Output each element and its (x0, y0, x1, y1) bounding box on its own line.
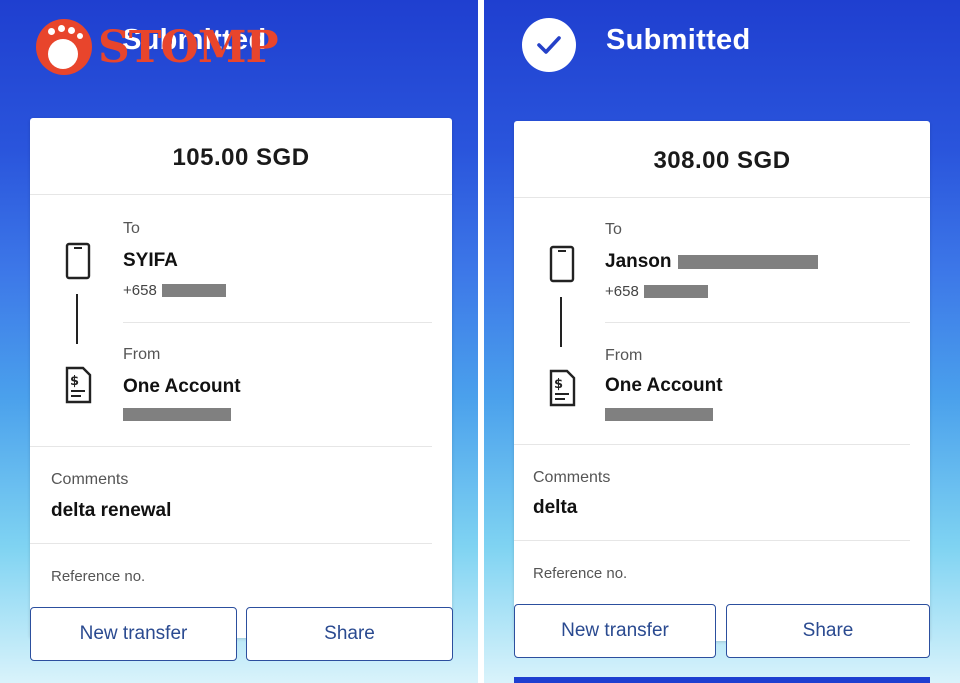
divider (605, 322, 910, 323)
reference-label: Reference no. (533, 565, 628, 582)
from-label: From (123, 346, 161, 363)
phone-icon (65, 242, 91, 280)
redacted-phone (644, 285, 708, 298)
right-screenshot: Submitted 308.00 SGD $ To Janson +658 Fr… (484, 0, 960, 683)
divider (123, 322, 432, 323)
bottom-action-bar (514, 677, 930, 683)
stomp-logo: STOMP (36, 18, 279, 76)
svg-text:$: $ (554, 377, 563, 392)
stomp-logo-badge (36, 19, 92, 75)
stomp-logo-text: STOMP (98, 21, 279, 73)
new-transfer-button[interactable]: New transfer (30, 607, 237, 661)
comments-label: Comments (533, 469, 611, 486)
redacted-phone (162, 284, 226, 297)
from-label: From (605, 347, 643, 364)
share-button[interactable]: Share (726, 604, 930, 658)
amount: 105.00 SGD (172, 144, 310, 171)
account-statement-icon: $ (549, 369, 576, 407)
divider (514, 197, 930, 198)
check-icon (537, 36, 561, 54)
redacted-account-number (123, 408, 231, 421)
phone-icon (549, 245, 575, 283)
svg-text:$: $ (70, 374, 79, 389)
share-button[interactable]: Share (246, 607, 453, 661)
divider (514, 540, 910, 541)
redacted-account-number (605, 408, 713, 421)
divider (514, 444, 910, 445)
to-label: To (123, 220, 140, 237)
account-statement-icon: $ (65, 366, 92, 404)
reference-label: Reference no. (51, 568, 146, 585)
comments-value: delta renewal (51, 500, 172, 521)
recipient-name: Janson (605, 251, 672, 272)
recipient-name: SYIFA (123, 250, 178, 271)
new-transfer-button[interactable]: New transfer (514, 604, 716, 658)
comments-label: Comments (51, 471, 129, 488)
divider (30, 543, 432, 544)
amount: 308.00 SGD (653, 147, 791, 174)
redacted-name (678, 255, 818, 269)
comments-value: delta (533, 497, 578, 518)
recipient-phone: +658 (123, 282, 157, 299)
header-title: Submitted (606, 24, 751, 56)
success-badge (522, 18, 576, 72)
connector-line (76, 294, 81, 344)
to-label: To (605, 221, 622, 238)
left-screenshot: Submitted STOMP 105.00 SGD $ To SYIFA +6… (0, 0, 478, 683)
recipient-phone: +658 (605, 283, 639, 300)
connector-line (560, 297, 565, 347)
divider (30, 446, 432, 447)
from-account: One Account (123, 376, 241, 397)
transfer-card: 308.00 SGD $ To Janson +658 From One Acc… (514, 121, 930, 641)
divider (30, 194, 452, 195)
from-account: One Account (605, 375, 723, 396)
transfer-card: 105.00 SGD $ To SYIFA +658 From One Acco… (30, 118, 452, 638)
